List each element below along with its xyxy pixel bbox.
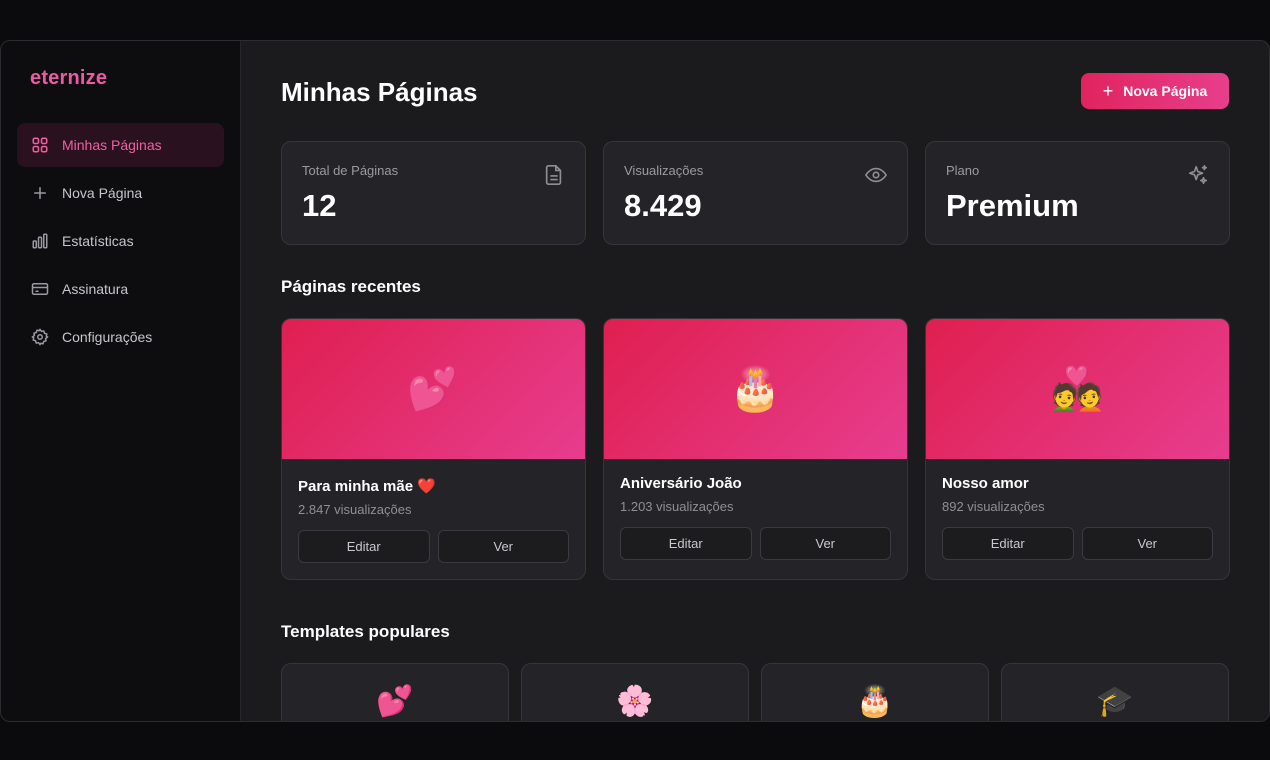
template-emoji: 🎓: [1096, 685, 1134, 718]
page-card-body: Aniversário João 1.203 visualizações Edi…: [604, 459, 907, 576]
page-card-actions: Editar Ver: [298, 530, 569, 563]
page-card-body: Para minha mãe ❤️ 2.847 visualizações Ed…: [282, 459, 585, 579]
sidebar-item-minhas-paginas[interactable]: Minhas Páginas: [17, 123, 224, 167]
stat-label: Plano: [946, 163, 980, 178]
page-card-views: 2.847 visualizações: [298, 502, 412, 517]
view-button[interactable]: Ver: [1081, 527, 1213, 560]
page-title: Minhas Páginas: [281, 77, 478, 107]
grid-icon: [31, 136, 49, 154]
stats-row: Total de Páginas 12 Visualizações 8.429 …: [281, 141, 1230, 245]
page-card-views: 1.203 visualizações: [620, 499, 734, 514]
page-card-title: Para minha mãe ❤️: [298, 478, 436, 495]
stat-label: Total de Páginas: [302, 163, 399, 178]
sparkles-icon: [1187, 164, 1209, 186]
template-emoji: 🎂: [856, 685, 894, 718]
edit-button[interactable]: Editar: [620, 527, 752, 560]
template-card[interactable]: 🌸: [521, 663, 749, 721]
gear-icon: [31, 328, 49, 346]
sidebar-item-assinatura[interactable]: Assinatura: [17, 267, 224, 311]
sidebar-item-configuracoes[interactable]: Configurações: [17, 315, 224, 359]
plus-icon: [31, 184, 49, 202]
file-icon: [543, 164, 565, 186]
sidebar-item-estatisticas[interactable]: Estatísticas: [17, 219, 224, 263]
view-button[interactable]: Ver: [759, 527, 891, 560]
stat-value: 8.429: [624, 188, 702, 223]
sidebar: eternize Minhas Páginas Nova Página Esta…: [1, 41, 241, 721]
sidebar-nav: Minhas Páginas Nova Página Estatísticas …: [1, 123, 240, 359]
popular-templates-title: Templates populares: [281, 622, 450, 641]
new-page-button-label: Nova Página: [1123, 83, 1208, 99]
sidebar-item-label: Assinatura: [62, 281, 129, 297]
page-card-views: 892 visualizações: [942, 499, 1045, 514]
sidebar-item-label: Minhas Páginas: [62, 137, 162, 153]
templates-list: 💕 🌸 🎂 🎓: [281, 663, 1229, 721]
new-page-button[interactable]: + Nova Página: [1081, 73, 1229, 109]
main-content: Minhas Páginas + Nova Página Total de Pá…: [241, 41, 1269, 721]
credit-card-icon: [31, 280, 49, 298]
recent-pages-list: 💕 Para minha mãe ❤️ 2.847 visualizações …: [281, 318, 1230, 580]
sidebar-item-label: Nova Página: [62, 185, 143, 201]
stat-card-total-pages: Total de Páginas 12: [281, 141, 586, 245]
page-card-title: Aniversário João: [620, 475, 742, 492]
stat-card-views: Visualizações 8.429: [603, 141, 908, 245]
template-emoji: 🌸: [616, 685, 654, 718]
template-card[interactable]: 💕: [281, 663, 509, 721]
view-button[interactable]: Ver: [437, 530, 569, 563]
page-card-actions: Editar Ver: [942, 527, 1213, 560]
sidebar-item-label: Configurações: [62, 329, 153, 345]
edit-button[interactable]: Editar: [942, 527, 1074, 560]
template-card[interactable]: 🎓: [1001, 663, 1229, 721]
bar-chart-icon: [31, 232, 49, 250]
page-card-cover: 💕: [282, 319, 585, 459]
page-card[interactable]: 🎂 Aniversário João 1.203 visualizações E…: [603, 318, 908, 580]
sidebar-item-nova-pagina[interactable]: Nova Página: [17, 171, 224, 215]
page-card-cover: 🎂: [604, 319, 907, 459]
page-card-title: Nosso amor: [942, 475, 1029, 492]
page-card-body: Nosso amor 892 visualizações Editar Ver: [926, 459, 1229, 576]
recent-pages-title: Páginas recentes: [281, 277, 421, 296]
eye-icon: [864, 164, 888, 186]
stat-value: 12: [302, 188, 337, 223]
plus-icon: +: [1102, 81, 1114, 101]
sidebar-item-label: Estatísticas: [62, 233, 134, 249]
stat-card-plan: Plano Premium: [925, 141, 1230, 245]
brand-logo[interactable]: eternize: [30, 67, 240, 90]
page-card[interactable]: 💕 Para minha mãe ❤️ 2.847 visualizações …: [281, 318, 586, 580]
stat-label: Visualizações: [624, 163, 704, 178]
edit-button[interactable]: Editar: [298, 530, 430, 563]
page-card-actions: Editar Ver: [620, 527, 891, 560]
template-emoji: 💕: [376, 685, 414, 718]
page-card-cover: 💑: [926, 319, 1229, 459]
template-card[interactable]: 🎂: [761, 663, 989, 721]
app-window: eternize Minhas Páginas Nova Página Esta…: [0, 40, 1270, 722]
page-card[interactable]: 💑 Nosso amor 892 visualizações Editar Ve…: [925, 318, 1230, 580]
stat-value: Premium: [946, 188, 1079, 223]
